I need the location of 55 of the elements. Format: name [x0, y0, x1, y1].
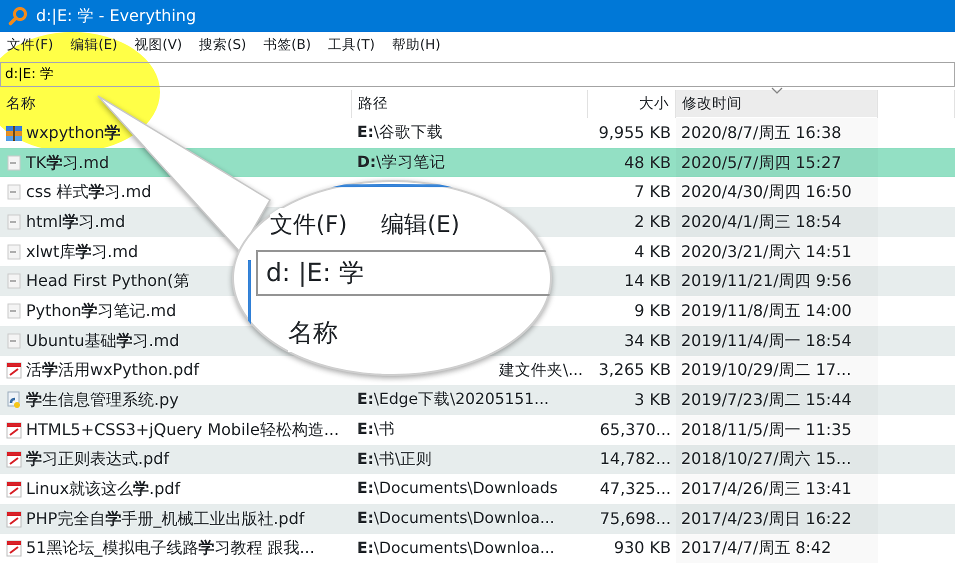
- file-name: css 样式学习.md: [26, 181, 152, 204]
- file-size: 3,265 KB: [598, 359, 671, 382]
- file-path: 建文件夹\...: [498, 360, 583, 381]
- modified-date: 2019/7/23/周二 15:44: [681, 389, 852, 412]
- modified-date: 2020/4/30/周四 16:50: [681, 181, 852, 204]
- file-name: Linux就该这么学.pdf: [26, 478, 180, 500]
- file-name: 51黑论坛_模拟电子线路学习教程 跟我...: [26, 537, 315, 560]
- file-name: html学习.md: [26, 210, 126, 233]
- file-name: Head First Python(第: [26, 270, 190, 292]
- modified-date: 2019/10/29/周二 17...: [681, 359, 852, 382]
- file-size: 9 KB: [634, 300, 671, 322]
- file-size: 75,698...: [600, 508, 671, 530]
- modified-date: 2018/11/5/周一 11:35: [681, 418, 852, 441]
- modified-date: 2018/10/27/周六 15...: [681, 448, 852, 470]
- file-path: E:\书: [357, 419, 396, 440]
- file-path: E:\Edge下载\20205151...: [357, 389, 549, 410]
- file-size: 14 KB: [624, 270, 671, 292]
- file-size: 34 KB: [624, 330, 671, 352]
- file-name: xlwt库学习.md: [26, 240, 138, 263]
- window-title: d:|E: 学 - Everything: [36, 5, 196, 27]
- file-name: wxpython学: [26, 122, 121, 144]
- file-size: 65,370...: [600, 418, 671, 441]
- file-path: E:\Documents\Downloa...: [357, 538, 555, 559]
- file-size: 7 KB: [634, 181, 671, 204]
- modified-date: 2019/11/4/周一 18:54: [681, 330, 852, 352]
- file-size: 4 KB: [634, 240, 671, 263]
- file-path: E:\书\正则: [357, 448, 432, 470]
- modified-date: 2017/4/7/周五 8:42: [681, 537, 832, 560]
- modified-date: 2017/4/23/周日 16:22: [681, 508, 852, 530]
- file-name: PHP完全自学手册_机械工业出版社.pdf: [26, 508, 304, 530]
- file-name: Ubuntu基础学习.md: [26, 330, 180, 352]
- file-size: 2 KB: [634, 210, 671, 233]
- modified-date: 2019/11/21/周四 9:56: [681, 270, 852, 292]
- file-path: E:\Documents\Downloa...: [357, 508, 555, 530]
- file-size: 3 KB: [634, 389, 671, 412]
- file-path: D:\学习笔记: [357, 152, 446, 173]
- file-name: 活学活用wxPython.pdf: [26, 359, 200, 382]
- file-path: E:\Documents\Downloads: [357, 478, 558, 500]
- modified-date: 2020/4/1/周三 18:54: [681, 210, 842, 233]
- file-name: TK学习.md: [26, 152, 110, 174]
- modified-date: 2017/4/26/周三 13:41: [681, 478, 852, 500]
- modified-date: 2020/5/7/周四 15:27: [681, 152, 842, 174]
- modified-date: 2020/3/21/周六 14:51: [681, 240, 852, 263]
- file-path: E:\谷歌下载: [357, 122, 444, 144]
- file-name: Python学习笔记.md: [26, 300, 176, 322]
- file-name: 学生信息管理系统.py: [26, 389, 179, 412]
- file-name: 学习正则表达式.pdf: [26, 448, 170, 470]
- file-size: 930 KB: [614, 537, 671, 560]
- file-name: HTML5+CSS3+jQuery Mobile轻松构造...: [26, 418, 340, 441]
- file-size: 47,325...: [600, 478, 671, 500]
- file-size: 48 KB: [624, 152, 671, 174]
- modified-date: 2019/11/8/周五 14:00: [681, 300, 852, 322]
- modified-date: 2020/8/7/周五 16:38: [681, 122, 842, 144]
- file-size: 14,782...: [600, 448, 671, 470]
- file-size: 9,955 KB: [598, 122, 671, 144]
